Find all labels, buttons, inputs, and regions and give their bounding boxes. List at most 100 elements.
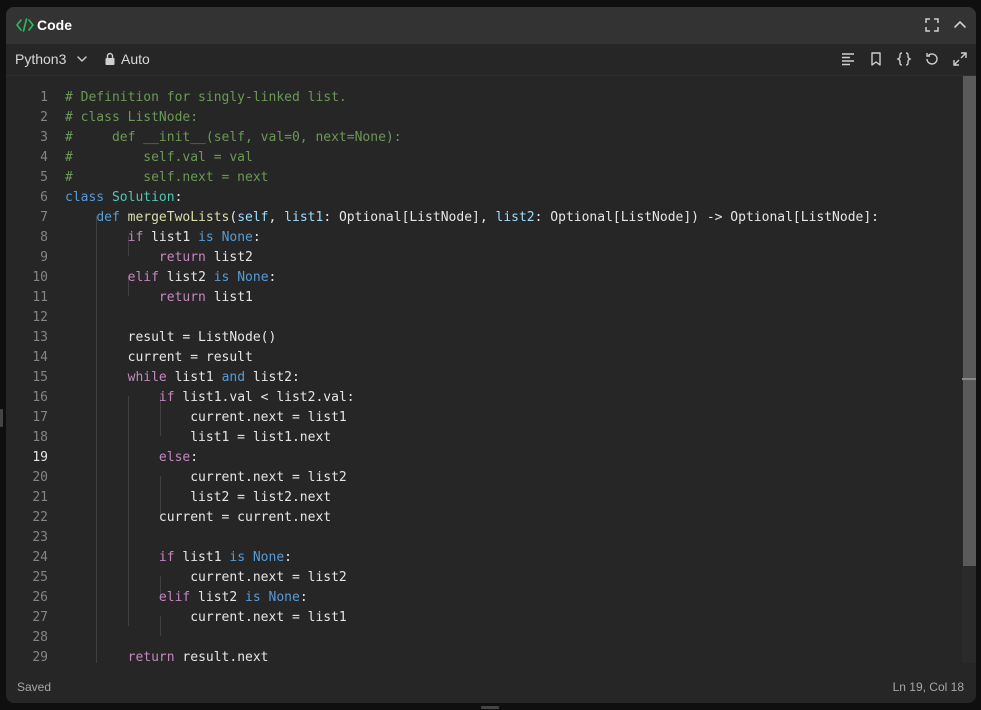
- resize-handle-bottom[interactable]: [481, 706, 499, 709]
- panel-titlebar: Code: [6, 7, 976, 44]
- code-text[interactable]: current.next = list1: [65, 608, 347, 628]
- line-number: 17: [32, 410, 48, 425]
- code-text[interactable]: # Definition for singly-linked list.: [65, 88, 347, 108]
- line-number: 3: [40, 130, 48, 145]
- code-line[interactable]: 16 if list1.val < list2.val:: [6, 388, 962, 408]
- code-line[interactable]: 19 else:: [6, 448, 962, 468]
- braces-icon[interactable]: [896, 51, 912, 67]
- line-number: 19: [32, 450, 48, 465]
- code-text[interactable]: if list1 is None:: [65, 228, 261, 248]
- resize-handle-left[interactable]: [0, 409, 3, 427]
- reset-icon[interactable]: [924, 51, 940, 67]
- cursor-position: Ln 19, Col 18: [892, 680, 964, 694]
- expand-icon[interactable]: [952, 51, 968, 67]
- code-line[interactable]: 23: [6, 528, 962, 548]
- code-text[interactable]: return list1: [65, 288, 253, 308]
- code-text[interactable]: class Solution:: [65, 188, 182, 208]
- line-number: 28: [32, 630, 48, 645]
- scrollbar-thumb[interactable]: [963, 76, 976, 566]
- line-number: 16: [32, 390, 48, 405]
- chevron-down-icon[interactable]: [76, 53, 88, 65]
- bookmark-icon[interactable]: [868, 51, 884, 67]
- editor-toolbar: Python3 Auto: [6, 44, 976, 76]
- line-number: 25: [32, 570, 48, 585]
- code-line[interactable]: 28: [6, 628, 962, 648]
- code-line[interactable]: 26 elif list2 is None:: [6, 588, 962, 608]
- code-line[interactable]: 2 # class ListNode:: [6, 108, 962, 128]
- code-line[interactable]: 4 # self.val = val: [6, 148, 962, 168]
- code-line[interactable]: 12: [6, 308, 962, 328]
- code-text[interactable]: current.next = list2: [65, 468, 347, 488]
- code-text[interactable]: if list1 is None:: [65, 548, 292, 568]
- line-number: 10: [32, 270, 48, 285]
- code-line[interactable]: 29 return result.next: [6, 648, 962, 663]
- line-number: 15: [32, 370, 48, 385]
- line-number: 26: [32, 590, 48, 605]
- mode-label[interactable]: Auto: [121, 51, 150, 67]
- code-text[interactable]: return list2: [65, 248, 253, 268]
- code-line[interactable]: 7 def mergeTwoLists(self, list1: Optiona…: [6, 208, 962, 228]
- cursor-marker: [962, 378, 976, 380]
- code-text[interactable]: # self.next = next: [65, 168, 269, 188]
- code-line[interactable]: 10 elif list2 is None:: [6, 268, 962, 288]
- language-selector[interactable]: Python3: [15, 51, 66, 67]
- code-text[interactable]: current = result: [65, 348, 253, 368]
- code-line[interactable]: 22 current = current.next: [6, 508, 962, 528]
- collapse-chevron-icon[interactable]: [951, 16, 969, 34]
- code-text[interactable]: current.next = list2: [65, 568, 347, 588]
- code-line[interactable]: 9 return list2: [6, 248, 962, 268]
- code-text[interactable]: elif list2 is None:: [65, 268, 277, 288]
- code-text[interactable]: # def __init__(self, val=0, next=None):: [65, 128, 402, 148]
- line-number: 14: [32, 350, 48, 365]
- code-editor[interactable]: 1 # Definition for singly-linked list. 2 # …: [6, 76, 962, 663]
- lock-icon: [105, 52, 115, 65]
- code-text[interactable]: result = ListNode(): [65, 328, 277, 348]
- code-line[interactable]: 27 current.next = list1: [6, 608, 962, 628]
- fullscreen-icon[interactable]: [923, 16, 941, 34]
- code-panel: Code Python3 Auto 1 # Definition for sin…: [6, 7, 976, 703]
- format-icon[interactable]: [840, 51, 856, 67]
- status-bar: Saved Ln 19, Col 18: [6, 671, 976, 703]
- line-number: 9: [40, 250, 48, 265]
- code-line[interactable]: 17 current.next = list1: [6, 408, 962, 428]
- code-line[interactable]: 11 return list1: [6, 288, 962, 308]
- line-number: 12: [32, 310, 48, 325]
- code-line[interactable]: 5 # self.next = next: [6, 168, 962, 188]
- code-line[interactable]: 25 current.next = list2: [6, 568, 962, 588]
- line-number: 29: [32, 650, 48, 663]
- line-number: 22: [32, 510, 48, 525]
- code-text[interactable]: current.next = list1: [65, 408, 347, 428]
- line-number: 24: [32, 550, 48, 565]
- code-line[interactable]: 24 if list1 is None:: [6, 548, 962, 568]
- code-text[interactable]: return result.next: [65, 648, 269, 663]
- code-text[interactable]: list2 = list2.next: [65, 488, 331, 508]
- code-text[interactable]: list1 = list1.next: [65, 428, 331, 448]
- panel-title: Code: [37, 17, 72, 33]
- code-line[interactable]: 3 # def __init__(self, val=0, next=None):: [6, 128, 962, 148]
- code-line[interactable]: 20 current.next = list2: [6, 468, 962, 488]
- code-line[interactable]: 13 result = ListNode(): [6, 328, 962, 348]
- code-line[interactable]: 8 if list1 is None:: [6, 228, 962, 248]
- code-text[interactable]: while list1 and list2:: [65, 368, 300, 388]
- line-number: 1: [40, 90, 48, 105]
- code-line[interactable]: 18 list1 = list1.next: [6, 428, 962, 448]
- code-text[interactable]: # class ListNode:: [65, 108, 198, 128]
- code-text[interactable]: def mergeTwoLists(self, list1: Optional[…: [65, 208, 879, 228]
- code-text[interactable]: elif list2 is None:: [65, 588, 308, 608]
- code-line[interactable]: 6 class Solution:: [6, 188, 962, 208]
- line-number: 13: [32, 330, 48, 345]
- line-number: 20: [32, 470, 48, 485]
- code-text[interactable]: current = current.next: [65, 508, 331, 528]
- code-line[interactable]: 15 while list1 and list2:: [6, 368, 962, 388]
- line-number: 23: [32, 530, 48, 545]
- code-text[interactable]: else:: [65, 448, 198, 468]
- code-text[interactable]: if list1.val < list2.val:: [65, 388, 355, 408]
- line-number: 7: [40, 210, 48, 225]
- code-text[interactable]: # self.val = val: [65, 148, 253, 168]
- line-number: 2: [40, 110, 48, 125]
- code-line[interactable]: 21 list2 = list2.next: [6, 488, 962, 508]
- line-number: 27: [32, 610, 48, 625]
- code-line[interactable]: 14 current = result: [6, 348, 962, 368]
- code-line[interactable]: 1 # Definition for singly-linked list.: [6, 88, 962, 108]
- line-number: 6: [40, 190, 48, 205]
